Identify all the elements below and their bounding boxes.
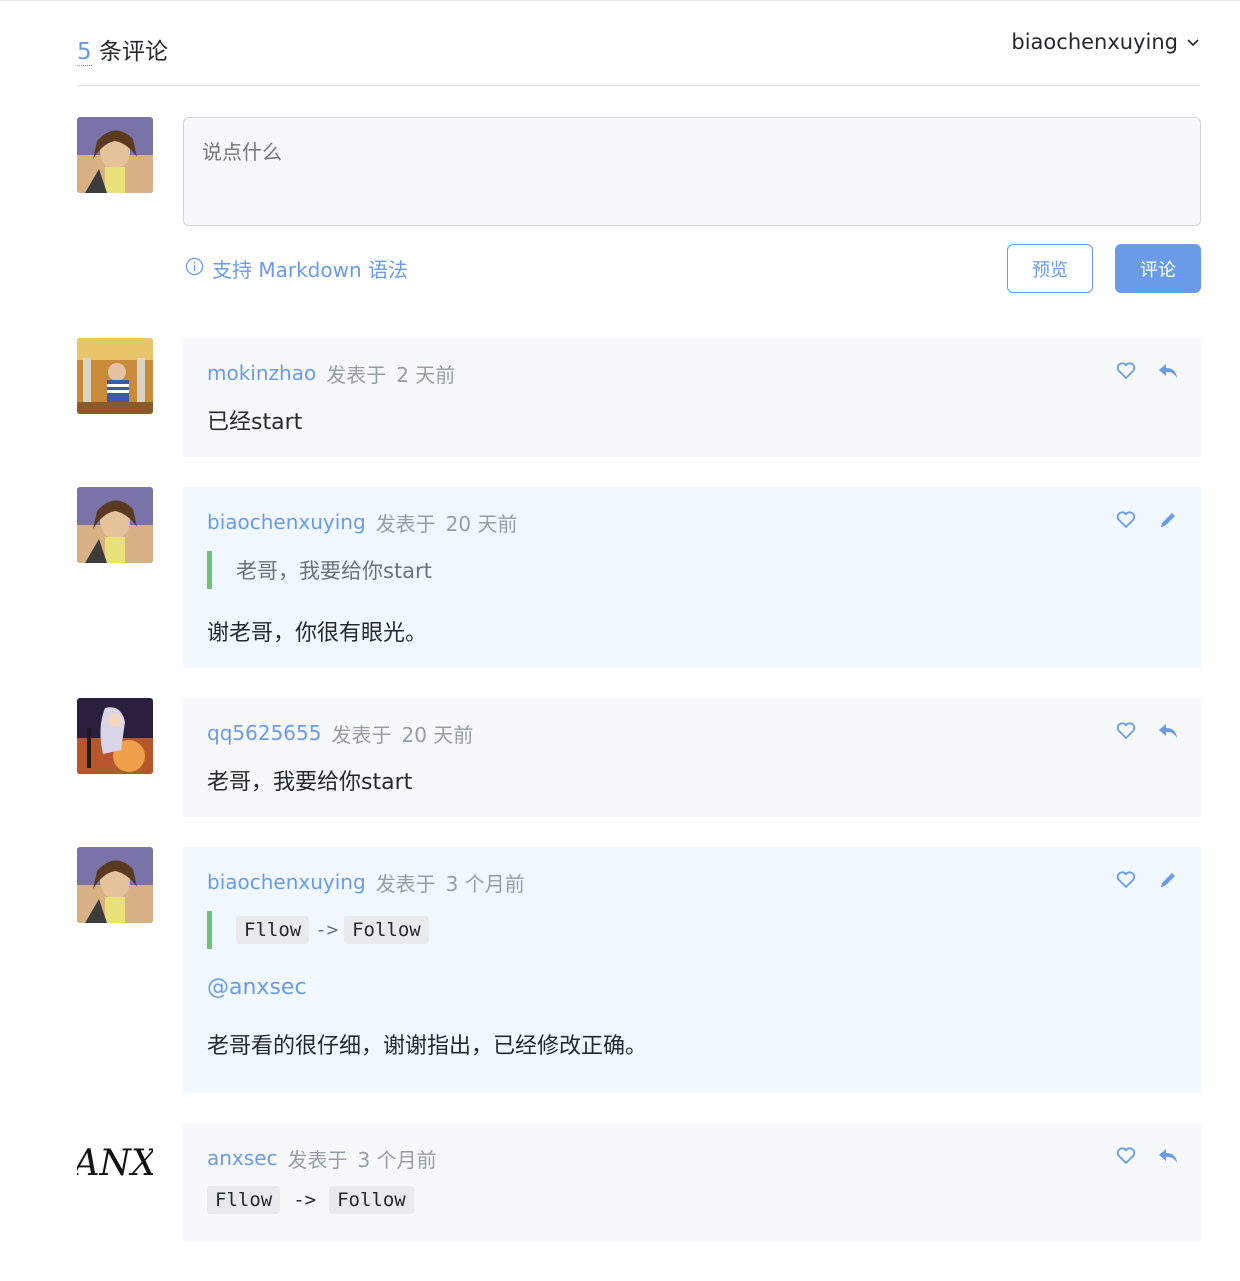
- comment-actions: [1115, 1145, 1179, 1167]
- comment-input[interactable]: [183, 117, 1201, 226]
- user-menu-username: biaochenxuying: [1011, 30, 1178, 54]
- comment-posted-label: 发表于: [375, 871, 436, 896]
- chevron-down-icon: [1186, 30, 1200, 54]
- comment-actions: [1115, 360, 1179, 382]
- heart-icon[interactable]: [1115, 360, 1137, 382]
- comment-posted-label: 发表于: [326, 362, 387, 387]
- comment-body: 已经start: [207, 410, 303, 435]
- comment-author[interactable]: mokinzhao: [207, 361, 316, 385]
- inline-code: Fllow: [207, 1186, 281, 1214]
- reply-icon[interactable]: [1157, 360, 1179, 382]
- comment-time: 20 天前: [445, 511, 518, 536]
- comment-time: 3 个月前: [445, 871, 525, 896]
- comment-body: Fllow -> Follow: [207, 1186, 1177, 1214]
- comment-body: 谢老哥，你很有眼光。: [207, 621, 428, 646]
- heart-icon[interactable]: [1115, 1145, 1137, 1167]
- avatar[interactable]: [77, 698, 153, 774]
- comment-item: anxsec 发表于 3 个月前 Fllow -> Follow: [183, 1123, 1201, 1242]
- reply-icon[interactable]: [1157, 720, 1179, 742]
- comment-item: biaochenxuying 发表于 3 个月前 Fllow -> Follow…: [183, 847, 1201, 1093]
- comment-author[interactable]: qq5625655: [207, 721, 321, 745]
- inline-code: Follow: [329, 1186, 414, 1214]
- markdown-hint-link[interactable]: 支持 Markdown 语法: [185, 254, 408, 283]
- comment-meta: qq5625655 发表于 20 天前: [207, 718, 1177, 748]
- heart-icon[interactable]: [1115, 720, 1137, 742]
- comment-meta: biaochenxuying 发表于 20 天前: [207, 507, 1177, 537]
- edit-icon[interactable]: [1157, 869, 1179, 891]
- comment-item: qq5625655 发表于 20 天前 老哥，我要给你start: [183, 698, 1201, 817]
- user-menu-dropdown[interactable]: biaochenxuying: [1011, 30, 1200, 54]
- comment-count-number[interactable]: 5: [77, 39, 92, 66]
- comment-count: 5 条评论: [77, 32, 168, 66]
- avatar[interactable]: [77, 487, 153, 563]
- comment-time: 3 个月前: [357, 1147, 437, 1172]
- comment-posted-label: 发表于: [287, 1147, 348, 1172]
- arrow-text: ->: [293, 1189, 317, 1211]
- avatar-text: ANX: [77, 1143, 153, 1184]
- comment-author[interactable]: biaochenxuying: [207, 870, 366, 894]
- avatar: [77, 117, 153, 193]
- avatar[interactable]: ANX: [77, 1123, 153, 1199]
- markdown-hint-label: 支持 Markdown 语法: [212, 258, 408, 282]
- comment-actions: [1115, 869, 1179, 891]
- comment-item: mokinzhao 发表于 2 天前 已经start: [183, 338, 1201, 457]
- comment-time: 20 天前: [401, 722, 474, 747]
- comment-quote: 老哥，我要给你start: [207, 551, 1177, 589]
- comment-author[interactable]: anxsec: [207, 1146, 278, 1170]
- comment-meta: biaochenxuying 发表于 3 个月前: [207, 867, 1177, 897]
- inline-code: Fllow: [236, 916, 310, 944]
- preview-button[interactable]: 预览: [1007, 244, 1093, 293]
- heart-icon[interactable]: [1115, 509, 1137, 531]
- comment-item: biaochenxuying 发表于 20 天前 老哥，我要给你start 谢老…: [183, 487, 1201, 668]
- arrow-text: ->: [315, 919, 339, 941]
- comment-body: 老哥，我要给你start: [207, 770, 413, 795]
- heart-icon[interactable]: [1115, 869, 1137, 891]
- inline-code: Follow: [344, 916, 429, 944]
- comment-mention[interactable]: @anxsec: [207, 975, 1177, 1000]
- comment-actions: [1115, 720, 1179, 742]
- comment-author[interactable]: biaochenxuying: [207, 510, 366, 534]
- comment-meta: mokinzhao 发表于 2 天前: [207, 358, 1177, 388]
- avatar[interactable]: [77, 338, 153, 414]
- edit-icon[interactable]: [1157, 509, 1179, 531]
- top-divider: [0, 0, 1240, 1]
- submit-comment-button[interactable]: 评论: [1115, 244, 1201, 293]
- avatar[interactable]: [77, 847, 153, 923]
- comments-header: 5 条评论 biaochenxuying: [77, 28, 1200, 86]
- comment-quote: Fllow -> Follow: [207, 911, 1177, 949]
- info-icon: [185, 257, 204, 281]
- comment-actions: [1115, 509, 1179, 531]
- comment-posted-label: 发表于: [331, 722, 392, 747]
- reply-icon[interactable]: [1157, 1145, 1179, 1167]
- comment-posted-label: 发表于: [375, 511, 436, 536]
- comment-count-label: 条评论: [98, 39, 168, 65]
- comment-time: 2 天前: [396, 362, 456, 387]
- comment-body: 老哥看的很仔细，谢谢指出，已经修改正确。: [207, 1034, 648, 1059]
- comment-meta: anxsec 发表于 3 个月前: [207, 1143, 1177, 1173]
